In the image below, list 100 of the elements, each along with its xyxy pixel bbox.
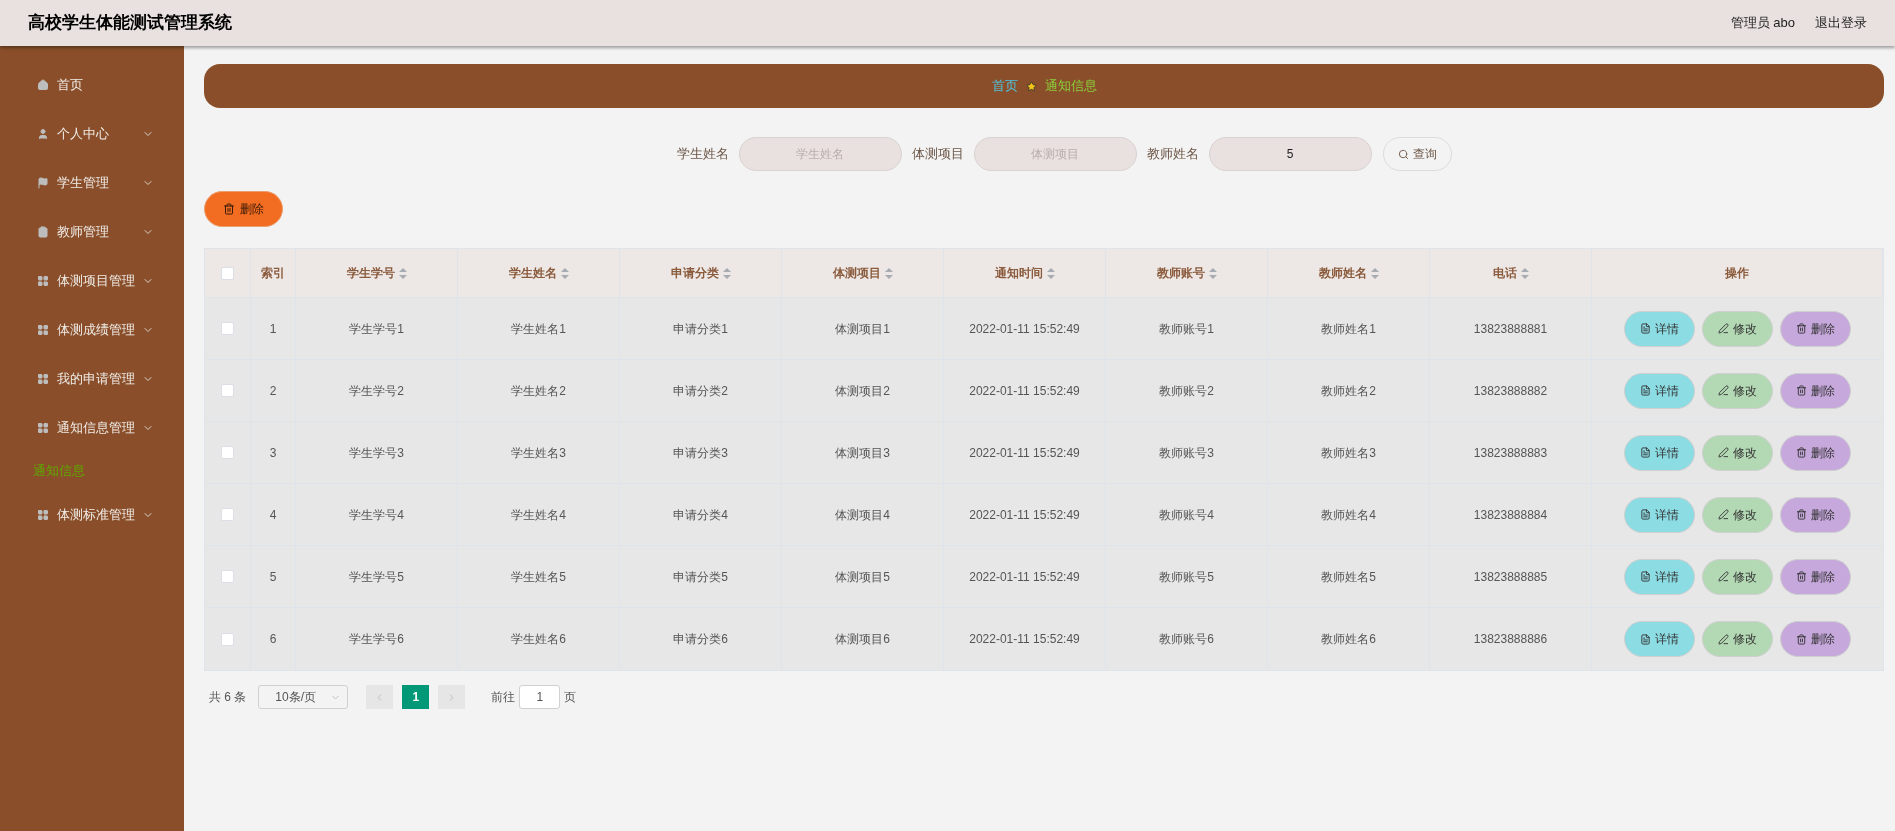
header-cell[interactable]: 体测项目 <box>782 249 944 297</box>
table-cell-text: 13823888883 <box>1473 444 1548 462</box>
edit-button[interactable]: 修改 <box>1702 434 1773 471</box>
bulk-delete-button[interactable]: 删除 <box>204 191 283 227</box>
pen-icon <box>1718 323 1729 334</box>
column-header: 教师账号 <box>1156 265 1205 282</box>
delete-button[interactable]: 删除 <box>1780 434 1851 471</box>
detail-button[interactable]: 详情 <box>1624 310 1695 347</box>
table-cell-text: 2022-01-11 15:52:49 <box>969 444 1080 462</box>
sidebar-item[interactable]: 我的申请管理 <box>0 354 184 403</box>
total-count: 共 6 条 <box>209 689 247 706</box>
table-cell-text: 教师账号1 <box>1159 320 1214 338</box>
delete-button[interactable]: 删除 <box>1780 310 1851 347</box>
detail-button[interactable]: 详情 <box>1624 558 1695 595</box>
pen-icon <box>1718 633 1729 645</box>
header-cell[interactable]: 电话 <box>1430 249 1592 297</box>
table-cell-text: 1 <box>269 320 277 338</box>
column-header: 体测项目 <box>832 265 881 282</box>
table-cell-text: 申请分类3 <box>673 444 728 462</box>
header-cell[interactable]: 教师姓名 <box>1268 249 1430 297</box>
detail-button[interactable]: 详情 <box>1624 496 1695 533</box>
sidebar-item[interactable]: 个人中心 <box>0 109 184 158</box>
detail-button[interactable]: 详情 <box>1624 372 1695 409</box>
document-icon <box>1640 633 1651 645</box>
table-cell-text: 申请分类2 <box>673 382 728 400</box>
sort-icon <box>398 267 407 279</box>
edit-button[interactable]: 修改 <box>1702 621 1773 657</box>
delete-button[interactable]: 删除 <box>1780 496 1851 533</box>
edit-button[interactable]: 修改 <box>1702 496 1773 533</box>
edit-button[interactable]: 修改 <box>1702 310 1773 347</box>
table-cell-text: 2022-01-11 15:52:49 <box>969 320 1080 338</box>
home-icon <box>37 78 49 91</box>
grid-icon <box>37 323 49 336</box>
delete-button[interactable]: 删除 <box>1780 621 1851 657</box>
table-cell-text: 体测项目3 <box>835 444 890 462</box>
table-cell-text: 学生姓名1 <box>511 320 566 338</box>
header-cell[interactable]: 通知时间 <box>944 249 1106 297</box>
sidebar-item[interactable]: 教师管理 <box>0 207 184 256</box>
page-size-select[interactable]: 10条/页 <box>258 685 349 709</box>
sidebar-item[interactable]: 体测成绩管理 <box>0 305 184 354</box>
table-cell-text: 教师姓名4 <box>1321 506 1376 524</box>
table-cell-text: 教师姓名3 <box>1321 444 1376 462</box>
table-cell-text: 学生学号3 <box>349 444 404 462</box>
delete-button[interactable]: 删除 <box>1780 372 1851 409</box>
checkbox[interactable] <box>221 322 234 335</box>
pen-icon <box>1718 571 1729 582</box>
table-cell-text: 体测项目4 <box>835 506 890 524</box>
document-icon <box>1640 509 1651 520</box>
header-cell[interactable]: 教师账号 <box>1106 249 1268 297</box>
sidebar-item[interactable]: 体测标准管理 <box>0 490 184 539</box>
sort-icon <box>1370 267 1379 279</box>
checkbox[interactable] <box>221 632 234 646</box>
sidebar-item[interactable]: 通知信息管理 <box>0 403 184 452</box>
search-button[interactable]: 查询 <box>1382 137 1452 171</box>
table-cell-text: 13823888881 <box>1473 320 1548 338</box>
trash-icon <box>1796 447 1807 458</box>
table-cell-text: 学生学号4 <box>349 506 404 524</box>
header-cell[interactable]: 学生姓名 <box>458 249 620 297</box>
goto-label: 前往 <box>491 689 516 706</box>
next-page-button[interactable] <box>438 685 466 709</box>
breadcrumb-current: 通知信息 <box>1044 77 1097 96</box>
delete-button[interactable]: 删除 <box>1780 558 1851 595</box>
column-header: 学生学号 <box>346 265 395 282</box>
table-cell-text: 13823888885 <box>1473 568 1548 586</box>
checkbox[interactable] <box>221 570 234 583</box>
page-number-field[interactable]: 1 <box>519 685 561 709</box>
table-cell-text: 教师账号5 <box>1159 568 1214 586</box>
checkbox[interactable] <box>221 508 234 521</box>
edit-button[interactable]: 修改 <box>1702 558 1773 595</box>
table-cell-text: 2022-01-11 15:52:49 <box>969 506 1080 524</box>
checkbox[interactable] <box>221 384 234 397</box>
table-cell-text: 2022-01-11 15:52:49 <box>969 631 1080 648</box>
previous-page-button[interactable] <box>366 685 394 709</box>
sidebar-item[interactable]: 首页 <box>0 60 184 109</box>
header-cell[interactable]: 学生学号 <box>296 249 458 297</box>
detail-button[interactable]: 详情 <box>1624 621 1695 657</box>
checkbox[interactable] <box>221 266 234 280</box>
sidebar-item[interactable]: 体测项目管理 <box>0 256 184 305</box>
document-icon <box>1640 571 1651 582</box>
page-suffix: 页 <box>564 689 577 706</box>
table-cell-text: 教师姓名5 <box>1321 568 1376 586</box>
detail-button[interactable]: 详情 <box>1624 434 1695 471</box>
search-field[interactable]: 5 <box>1208 137 1372 171</box>
page-button[interactable]: 1 <box>402 685 430 709</box>
app-title: 高校学生体能测试管理系统 <box>28 12 232 35</box>
sort-icon <box>884 267 893 279</box>
sidebar-item[interactable]: 学生管理 <box>0 158 184 207</box>
header-cell[interactable]: 申请分类 <box>620 249 782 297</box>
trash-icon <box>1796 633 1807 645</box>
clipboard-icon <box>37 225 49 238</box>
table-cell-text: 5 <box>269 568 277 586</box>
logout-link[interactable]: 退出登录 <box>1815 13 1867 33</box>
breadcrumb-link[interactable]: 首页 <box>991 76 1018 96</box>
table-cell-text: 体测项目6 <box>835 631 890 648</box>
column-header: 电话 <box>1492 265 1517 282</box>
flag-icon <box>37 176 49 189</box>
table-cell-text: 学生学号6 <box>349 631 404 648</box>
edit-button[interactable]: 修改 <box>1702 372 1773 409</box>
checkbox[interactable] <box>221 446 234 459</box>
table-cell-text: 教师姓名2 <box>1321 382 1376 400</box>
